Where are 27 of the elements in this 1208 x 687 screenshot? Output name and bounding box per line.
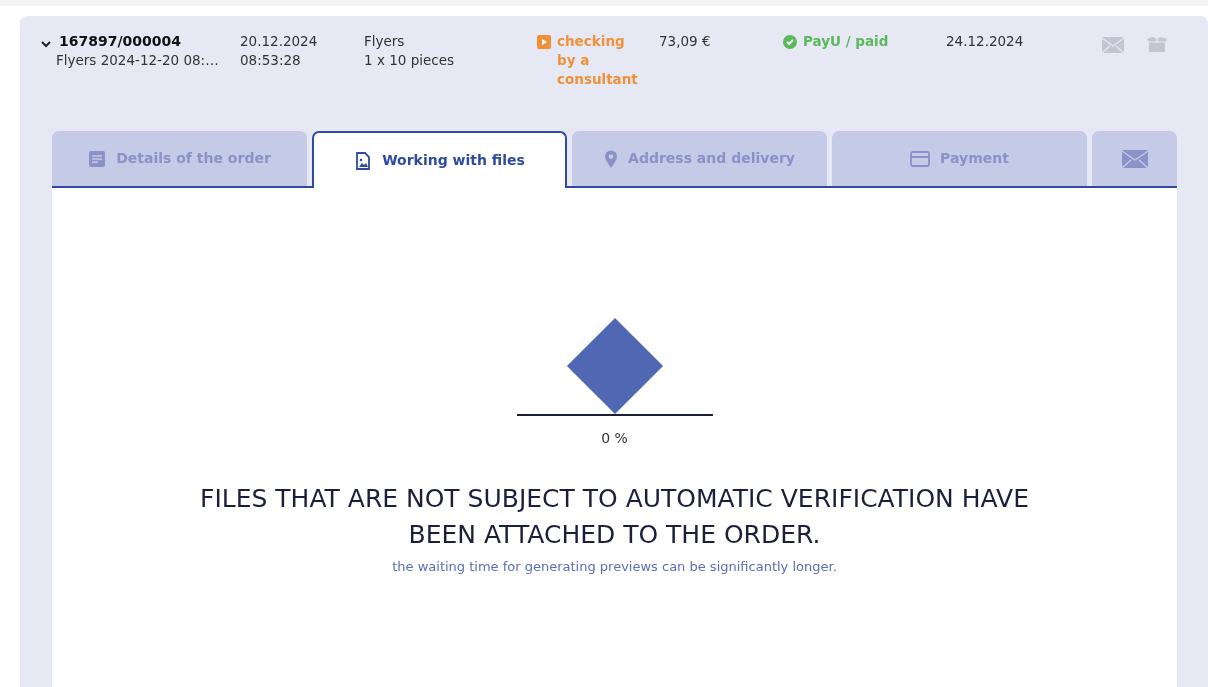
order-price: 73,09 €: [659, 32, 712, 51]
tab[interactable]: Working with files: [312, 131, 567, 188]
play-icon: [537, 35, 551, 49]
credit-card-icon: [910, 150, 931, 167]
check-circle-icon: [783, 34, 797, 49]
product-quantity: 1 x 10 pieces: [364, 51, 456, 70]
envelope-icon[interactable]: [1102, 37, 1124, 53]
order-time: 08:53:28: [240, 51, 302, 70]
order-status: checking by a consultant: [557, 32, 637, 89]
message-note: the waiting time for generating previews can be significantly longer.: [392, 558, 837, 576]
progress-percent: 0 %: [601, 429, 628, 448]
box-icon[interactable]: [1146, 37, 1168, 53]
tab[interactable]: [1092, 131, 1177, 186]
order-name: Flyers 2024-12-20 08:…: [56, 51, 220, 70]
document-icon: [88, 149, 107, 168]
message-title: FILES THAT ARE NOT SUBJECT TO AUTOMATIC VERIFICATION HAVE BEEN ATTACHED TO THE ORDER.: [199, 483, 1030, 551]
product-name: Flyers: [364, 32, 406, 51]
tab[interactable]: Payment: [832, 131, 1087, 186]
payment-status: PayU / paid: [803, 32, 889, 51]
map-pin-icon: [604, 149, 619, 168]
delivery-date: 24.12.2024: [946, 32, 1025, 51]
order-number: 167897/000004: [58, 32, 182, 51]
envelope-icon: [1121, 149, 1148, 168]
order-date: 20.12.2024: [240, 32, 319, 51]
image-file-icon: [354, 151, 373, 170]
tab[interactable]: Details of the order: [52, 131, 307, 186]
tab[interactable]: Address and delivery: [572, 131, 827, 186]
